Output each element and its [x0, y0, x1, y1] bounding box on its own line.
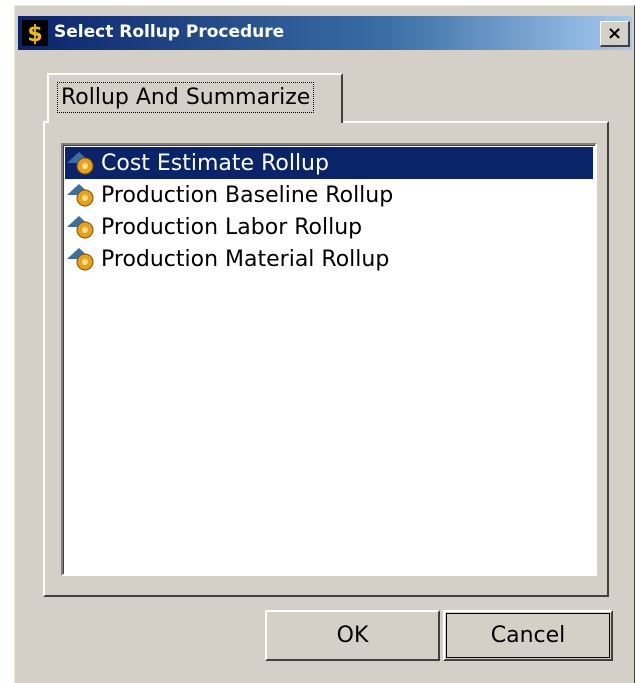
title-bar[interactable]: $ Select Rollup Procedure × [15, 6, 634, 60]
list-item[interactable]: Cost Estimate Rollup [65, 147, 593, 179]
tab-rollup-and-summarize[interactable]: Rollup And Summarize [47, 73, 343, 123]
cancel-button-label: Cancel [490, 623, 566, 648]
cancel-button[interactable]: Cancel [443, 610, 613, 661]
ok-button-label: OK [336, 623, 369, 648]
tab-panel: Cost Estimate Rollup Production Baseline… [43, 121, 609, 597]
rollup-procedure-icon [67, 152, 94, 175]
rollup-procedure-icon [67, 216, 94, 239]
list-item-label: Cost Estimate Rollup [101, 150, 329, 176]
svg-text:$: $ [27, 22, 42, 46]
select-rollup-procedure-dialog: $ Select Rollup Procedure × Rollup And S… [14, 5, 635, 683]
list-item[interactable]: Production Material Rollup [65, 243, 593, 275]
list-item[interactable]: Production Labor Rollup [65, 211, 593, 243]
list-item-label: Production Material Rollup [101, 246, 390, 272]
tab-label: Rollup And Summarize [57, 82, 315, 113]
list-item-label: Production Labor Rollup [101, 214, 363, 240]
dollar-icon: $ [22, 20, 48, 46]
close-button[interactable]: × [600, 21, 630, 47]
window-title: Select Rollup Procedure [54, 22, 285, 42]
rollup-procedure-icon [67, 184, 94, 207]
list-item-label: Production Baseline Rollup [101, 182, 394, 208]
list-item[interactable]: Production Baseline Rollup [65, 179, 593, 211]
ok-button[interactable]: OK [265, 610, 440, 661]
rollup-procedure-icon [67, 248, 94, 271]
rollup-procedure-list[interactable]: Cost Estimate Rollup Production Baseline… [61, 143, 597, 576]
close-icon: × [606, 23, 623, 44]
title-bar-gradient: $ Select Rollup Procedure × [18, 16, 632, 50]
